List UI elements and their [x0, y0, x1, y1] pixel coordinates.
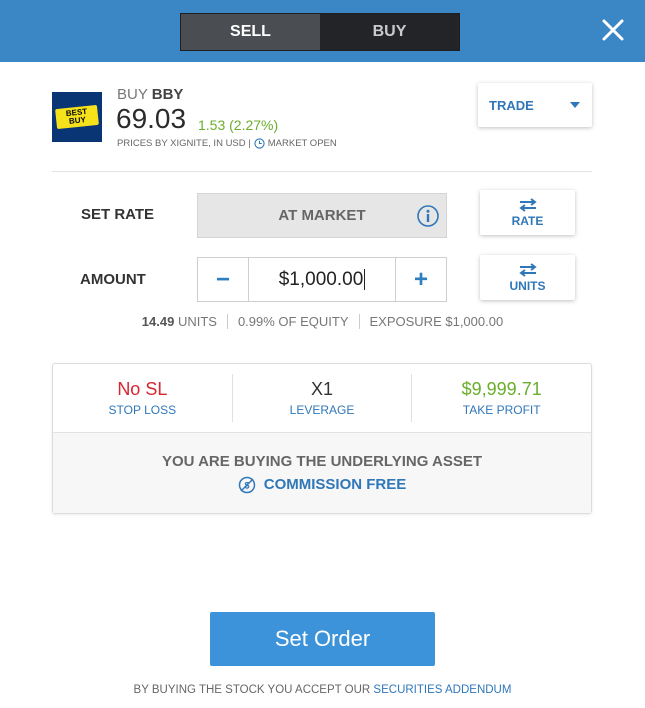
text-cursor [364, 269, 366, 290]
close-icon[interactable] [599, 16, 627, 44]
swap-arrows-icon [518, 262, 537, 277]
action-label: BUY [117, 86, 148, 103]
set-rate-label: SET RATE [81, 206, 155, 223]
increase-amount-button[interactable]: + [396, 258, 446, 301]
leverage-button[interactable]: X1 LEVERAGE [231, 374, 412, 422]
swap-arrows-icon [518, 197, 537, 212]
units-toggle-label: UNITS [509, 278, 546, 293]
instrument-title: BUY BBY [117, 86, 183, 103]
rate-toggle-label: RATE [511, 213, 544, 228]
market-status: MARKET OPEN [267, 138, 337, 149]
amount-label: AMOUNT [80, 271, 146, 288]
asset-notice: YOU ARE BUYING THE UNDERLYING ASSET $ CO… [53, 433, 591, 513]
commission-badge-icon: $ [238, 476, 255, 493]
footer-disclaimer: BY BUYING THE STOCK YOU ACCEPT OUR SECUR… [0, 684, 645, 696]
price-source: PRICES BY XIGNITE, IN USD | MARKET OPEN [117, 138, 337, 149]
underlying-asset-text: YOU ARE BUYING THE UNDERLYING ASSET [161, 452, 483, 470]
amount-stepper: − $1,000.00 + [197, 257, 447, 302]
footer-text: BY BUYING THE STOCK YOU ACCEPT OUR [133, 684, 371, 696]
clock-icon [254, 138, 265, 149]
position-summary: 14.49 UNITS 0.99% OF EQUITY EXPOSURE $1,… [0, 314, 645, 329]
trade-dropdown[interactable]: TRADE [478, 83, 592, 127]
trade-parameters-panel: No SL STOP LOSS X1 LEVERAGE $9,999.71 TA… [52, 363, 592, 514]
amount-value: $1,000.00 [278, 268, 364, 290]
header-bar: SELL BUY [0, 0, 645, 62]
commission-free-link[interactable]: $ COMMISSION FREE [238, 476, 407, 494]
logo-text-line2: BUY [68, 115, 87, 126]
units-toggle-button[interactable]: UNITS [480, 255, 575, 300]
instrument-price: 69.03 [116, 103, 187, 134]
sell-tab[interactable]: SELL [181, 14, 320, 50]
amount-input[interactable]: $1,000.00 [248, 258, 396, 301]
instrument-logo: BEST BUY [52, 92, 102, 142]
securities-addendum-link[interactable]: SECURITIES ADDENDUM [373, 684, 511, 696]
leverage-value: X1 [310, 379, 334, 399]
units-value: 14.49 [141, 314, 175, 329]
divider [52, 171, 592, 172]
info-icon[interactable] [416, 204, 440, 228]
price-change: 1.53 (2.27%) [198, 117, 279, 133]
rate-value: AT MARKET [278, 207, 366, 224]
rate-toggle-button[interactable]: RATE [480, 190, 575, 235]
commission-free-label: COMMISSION FREE [263, 476, 407, 493]
exposure-summary: EXPOSURE $1,000.00 [358, 314, 514, 329]
equity-summary: 0.99% OF EQUITY [226, 314, 359, 329]
take-profit-button[interactable]: $9,999.71 TAKE PROFIT [411, 374, 591, 422]
decrease-amount-button[interactable]: − [198, 258, 248, 301]
leverage-label: LEVERAGE [289, 403, 355, 417]
trade-dropdown-label: TRADE [489, 97, 534, 113]
instrument-symbol: BBY [151, 86, 184, 103]
rate-field[interactable]: AT MARKET [197, 193, 447, 238]
stop-loss-button[interactable]: No SL STOP LOSS [53, 364, 232, 432]
sell-buy-toggle: SELL BUY [180, 13, 460, 51]
caret-down-icon [570, 102, 580, 108]
price-source-text: PRICES BY XIGNITE, IN USD | [117, 138, 251, 149]
units-label: UNITS [177, 314, 217, 329]
stop-loss-value: No SL [117, 379, 168, 399]
take-profit-value: $9,999.71 [461, 379, 542, 399]
units-summary: 14.49 UNITS [132, 314, 227, 329]
take-profit-label: TAKE PROFIT [462, 403, 541, 417]
set-order-button[interactable]: Set Order [210, 612, 435, 666]
stop-loss-label: STOP LOSS [108, 403, 177, 417]
buy-tab[interactable]: BUY [320, 14, 459, 50]
